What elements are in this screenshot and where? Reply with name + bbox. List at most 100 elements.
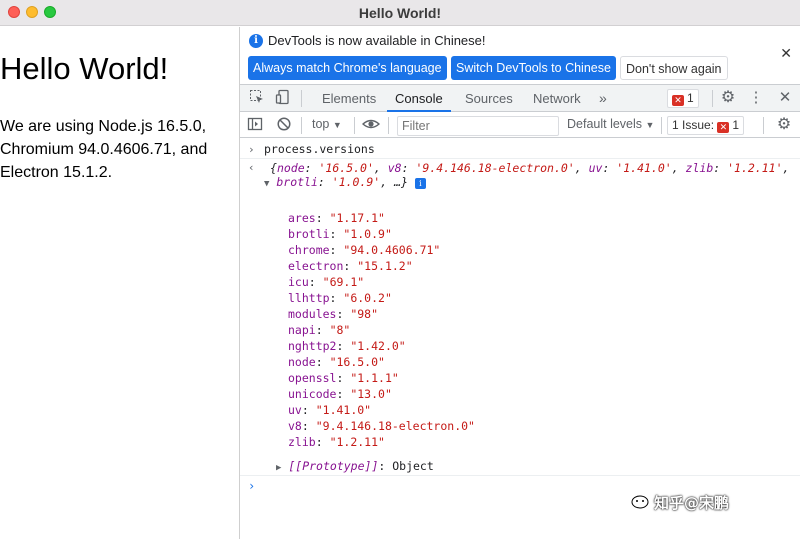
property-key: nghttp2 (288, 339, 337, 353)
toolbar-separator (354, 117, 355, 134)
property-value: "69.1" (322, 275, 365, 289)
window-close-button[interactable] (8, 6, 20, 18)
property-value: "13.0" (350, 387, 392, 401)
app-page: Hello World! We are using Node.js 16.5.0… (0, 27, 239, 539)
error-count-badge[interactable]: ✕ 1 (667, 89, 699, 108)
tab-console[interactable]: Console (387, 85, 451, 112)
toolbar-separator (301, 117, 302, 134)
property-key: node (288, 355, 316, 369)
dont-show-again-button[interactable]: Don't show again (620, 56, 728, 80)
window-minimize-button[interactable] (26, 6, 38, 18)
property-key: electron (288, 259, 344, 273)
property-value: "94.0.4606.71" (343, 243, 441, 257)
property-key: zlib (288, 435, 316, 449)
console-settings-gear-icon[interactable]: ⚙ (775, 116, 793, 134)
close-devtools-icon[interactable]: ✕ (776, 89, 794, 107)
property-row[interactable]: v8: "9.4.146.18-electron.0" (288, 419, 475, 433)
property-key: uv (288, 403, 302, 417)
dropdown-arrow-icon: ▼ (332, 120, 342, 130)
toolbar-separator (388, 117, 389, 134)
tab-elements[interactable]: Elements (322, 85, 376, 112)
property-key: icu (288, 275, 309, 289)
toolbar-separator (763, 117, 764, 134)
tab-sources[interactable]: Sources (465, 85, 513, 112)
property-key: brotli (288, 227, 330, 241)
property-row[interactable]: llhttp: "6.0.2" (288, 291, 392, 305)
watermark-text: 知乎@宋鹏 (654, 494, 730, 512)
issues-count: 1 (732, 118, 740, 132)
property-row[interactable]: uv: "1.41.0" (288, 403, 371, 417)
property-row[interactable]: openssl: "1.1.1" (288, 371, 399, 385)
log-levels-dropdown[interactable]: Default levels ▼ (567, 117, 654, 131)
log-levels-value: Default levels (567, 117, 643, 131)
property-key: v8 (288, 419, 302, 433)
tabbar-separator (301, 90, 302, 107)
console-row-divider (240, 475, 800, 476)
issue-error-icon: ✕ (717, 122, 730, 133)
eye-icon[interactable] (361, 116, 381, 134)
property-value: "1.0.9" (343, 227, 392, 241)
page-heading: Hello World! (0, 51, 169, 86)
toolbar-separator (661, 117, 662, 134)
more-tabs-icon[interactable]: » (599, 85, 607, 112)
command-prompt-icon: › (248, 143, 255, 156)
property-value: "6.0.2" (343, 291, 392, 305)
property-row[interactable]: zlib: "1.2.11" (288, 435, 385, 449)
property-value: "16.5.0" (329, 355, 385, 369)
property-key: napi (288, 323, 316, 337)
context-selector[interactable]: top ▼ (312, 117, 342, 131)
prototype-row[interactable]: ▶ [[Prototype]]: Object (276, 459, 434, 473)
more-options-icon[interactable]: ⋮ (747, 89, 765, 107)
property-key: chrome (288, 243, 330, 257)
tabbar-separator (712, 90, 713, 107)
property-value: "1.17.1" (329, 211, 385, 225)
issues-label: 1 Issue: (672, 118, 715, 132)
close-icon[interactable]: ✕ (780, 45, 792, 62)
devtools-tabbar: Elements Console Sources Network » ✕ 1 ⚙ … (240, 85, 800, 112)
property-key: modules (288, 307, 337, 321)
property-value: "98" (350, 307, 379, 321)
object-summary-line2[interactable]: ▼ brotli: '1.0.9', …} i (264, 175, 426, 189)
error-icon: ✕ (672, 95, 684, 106)
filter-input[interactable] (397, 116, 559, 136)
console-input-prompt-icon[interactable]: › (248, 479, 255, 493)
sidebar-toggle-icon[interactable] (246, 116, 264, 134)
property-key: ares (288, 211, 316, 225)
clear-console-icon[interactable] (275, 116, 293, 134)
property-row[interactable]: unicode: "13.0" (288, 387, 392, 401)
property-value: "1.41.0" (315, 403, 372, 417)
info-icon[interactable]: i (414, 178, 426, 189)
language-infobar: i DevTools is now available in Chinese! … (240, 27, 800, 85)
switch-language-button[interactable]: Switch DevTools to Chinese (451, 56, 616, 80)
window-titlebar: Hello World! (0, 0, 800, 26)
property-row[interactable]: electron: "15.1.2" (288, 259, 413, 273)
console-output[interactable]: › process.versions ‹ {node: '16.5.0', v8… (240, 139, 800, 539)
object-summary-line1[interactable]: {node: '16.5.0', v8: '9.4.146.18-electro… (270, 161, 789, 175)
settings-gear-icon[interactable]: ⚙ (719, 89, 737, 107)
issues-button[interactable]: 1 Issue: ✕ 1 (667, 116, 745, 135)
tab-network[interactable]: Network (533, 85, 581, 112)
property-value: "1.2.11" (329, 435, 385, 449)
inspect-element-icon[interactable] (248, 89, 266, 107)
collapse-triangle-icon[interactable]: ▶ (276, 463, 281, 473)
device-toolbar-icon[interactable] (274, 89, 292, 107)
property-row[interactable]: ares: "1.17.1" (288, 211, 385, 225)
property-row[interactable]: icu: "69.1" (288, 275, 364, 289)
property-row[interactable]: chrome: "94.0.4606.71" (288, 243, 440, 257)
property-row[interactable]: brotli: "1.0.9" (288, 227, 392, 241)
property-value: "15.1.2" (357, 259, 413, 273)
window-maximize-button[interactable] (44, 6, 56, 18)
match-language-button[interactable]: Always match Chrome's language (248, 56, 447, 80)
context-value: top (312, 117, 330, 131)
window-title: Hello World! (358, 4, 442, 21)
property-row[interactable]: nghttp2: "1.42.0" (288, 339, 406, 353)
property-row[interactable]: modules: "98" (288, 307, 378, 321)
property-value: "8" (329, 323, 351, 337)
property-row[interactable]: napi: "8" (288, 323, 350, 337)
result-prompt-icon: ‹ (248, 161, 255, 174)
property-key: unicode (288, 387, 337, 401)
property-row[interactable]: node: "16.5.0" (288, 355, 385, 369)
expand-triangle-icon[interactable]: ▼ (264, 179, 269, 189)
property-key: llhttp (288, 291, 330, 305)
property-value: "1.42.0" (350, 339, 406, 353)
